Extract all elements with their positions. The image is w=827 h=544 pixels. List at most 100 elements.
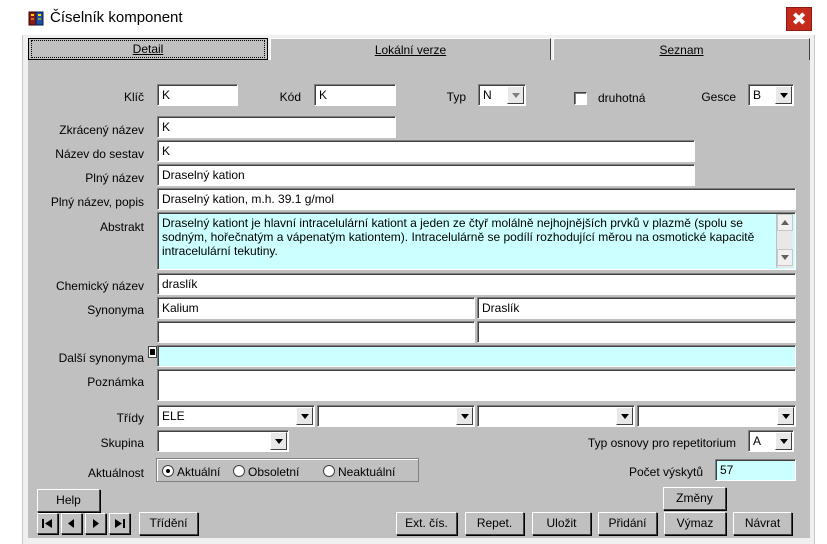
plny-nazev-popis-input[interactable]: Draselný kation, m.h. 39.1 g/mol: [157, 188, 796, 210]
plny-nazev-label: Plný název: [85, 171, 144, 185]
gesce-select[interactable]: B: [748, 84, 794, 106]
abstrakt-line-3: intracelulární tekutiny.: [162, 244, 278, 258]
scroll-up-icon[interactable]: [777, 214, 793, 231]
ulozit-button[interactable]: Uložit: [532, 512, 591, 535]
ulozit-button-label: Uložit: [546, 516, 577, 530]
kod-input[interactable]: K: [314, 84, 396, 106]
druhotna-label: druhotná: [598, 91, 646, 105]
poznamka-label: Poznámka: [87, 375, 144, 389]
radio-neaktualni-label[interactable]: Neaktuální: [338, 465, 395, 479]
dalsi-synonyma-label: Další synonyma: [58, 351, 144, 365]
vymaz-button-label: Výmaz: [676, 516, 714, 530]
close-icon: ✖: [791, 9, 807, 29]
tab-detail[interactable]: Detail: [28, 38, 268, 60]
dalsi-synonyma-input[interactable]: [157, 345, 796, 367]
gesce-label: Gesce: [701, 90, 736, 104]
abstrakt-textarea[interactable]: Draselný kationt je hlavní intracelulárn…: [157, 212, 796, 270]
synonymum-1-input[interactable]: Kalium: [157, 297, 475, 319]
trideni-button[interactable]: Třídění: [139, 512, 198, 535]
navrat-button[interactable]: Návrat: [733, 512, 792, 535]
klic-label: Klíč: [123, 90, 144, 104]
trida-1-select[interactable]: ELE: [157, 405, 315, 427]
app-book-icon: [28, 10, 45, 27]
abstrakt-line-1: Draselný kationt je hlavní intracelulárn…: [162, 216, 743, 230]
tab-detail-label: Detail: [132, 42, 164, 56]
typ-osnovy-select[interactable]: A: [748, 430, 794, 452]
typ-label: Typ: [446, 90, 466, 104]
kod-label: Kód: [279, 90, 301, 104]
nazev-do-sestav-input[interactable]: K: [157, 140, 695, 162]
gesce-value: B: [753, 88, 762, 102]
nazev-do-sestav-label: Název do sestav: [55, 147, 144, 161]
chevron-down-icon[interactable]: [777, 407, 794, 425]
help-button[interactable]: Help: [37, 489, 100, 512]
next-record-icon: [93, 519, 99, 528]
plny-nazev-input[interactable]: Draselný kation: [157, 164, 695, 186]
tab-lokalni-verze-label: Lokální verze: [374, 43, 447, 57]
chevron-down-icon[interactable]: [456, 407, 473, 425]
last-record-icon: [115, 519, 125, 528]
zmeny-button-label: Změny: [676, 491, 713, 505]
pridani-button[interactable]: Přidání: [598, 512, 657, 535]
radio-aktualni-label[interactable]: Aktuální: [177, 465, 220, 479]
chevron-down-icon[interactable]: [507, 86, 524, 104]
repet-button[interactable]: Repet.: [465, 512, 524, 535]
tridy-label: Třídy: [116, 411, 144, 425]
tab-lokalni-verze[interactable]: Lokální verze: [270, 38, 551, 62]
window-title: Číselník komponent: [50, 9, 183, 26]
poznamka-textarea[interactable]: [157, 369, 796, 401]
abstrakt-scrollbar[interactable]: [776, 214, 793, 268]
abstrakt-line-2: sodným, hořečnatým a vápenatým kationtem…: [162, 230, 755, 244]
skupina-label: Skupina: [100, 436, 144, 450]
previous-record-icon: [68, 519, 74, 528]
radio-obsoletni-label[interactable]: Obsoletní: [248, 465, 299, 479]
navrat-button-label: Návrat: [744, 516, 781, 530]
radio-aktualni[interactable]: [162, 465, 174, 477]
pocet-vyskytu-label: Počet výskytů: [628, 465, 703, 479]
typ-value: N: [483, 88, 492, 102]
trida-2-select[interactable]: [317, 405, 475, 427]
previous-record-button[interactable]: [61, 513, 82, 534]
chemicky-nazev-input[interactable]: draslík: [157, 273, 796, 295]
trida-4-select[interactable]: [637, 405, 796, 427]
chevron-down-icon[interactable]: [775, 86, 792, 104]
trida-1-value: ELE: [162, 409, 185, 423]
chevron-down-icon[interactable]: [270, 432, 287, 450]
aktualnost-label: Aktuálnost: [87, 466, 144, 480]
skupina-select[interactable]: [157, 430, 289, 452]
close-button[interactable]: ✖: [786, 7, 812, 31]
last-record-button[interactable]: [109, 513, 130, 534]
druhotna-checkbox[interactable]: [574, 92, 587, 105]
first-record-button[interactable]: [37, 513, 58, 534]
tab-seznam-label: Seznam: [659, 43, 704, 57]
pridani-button-label: Přidání: [608, 516, 647, 530]
zmeny-button[interactable]: Změny: [663, 487, 726, 510]
radio-obsoletni[interactable]: [233, 465, 245, 477]
zkraceny-nazev-input[interactable]: K: [157, 116, 396, 138]
scroll-down-icon[interactable]: [777, 249, 793, 266]
zkraceny-nazev-label: Zkrácený název: [59, 123, 144, 137]
ext-cis-button-label: Ext. čís.: [405, 516, 448, 530]
tab-seznam[interactable]: Seznam: [553, 38, 810, 62]
help-button-label: Help: [56, 493, 81, 507]
trida-3-select[interactable]: [477, 405, 635, 427]
abstrakt-label: Abstrakt: [99, 220, 144, 234]
chevron-down-icon[interactable]: [775, 432, 792, 450]
plny-nazev-popis-label: Plný název, popis: [50, 195, 144, 209]
pocet-vyskytu-value: 57: [715, 459, 796, 481]
chevron-down-icon[interactable]: [616, 407, 633, 425]
radio-neaktualni[interactable]: [323, 465, 335, 477]
expand-icon[interactable]: [148, 346, 157, 358]
typ-osnovy-value: A: [753, 434, 762, 448]
synonymum-3-input[interactable]: [157, 321, 475, 343]
typ-select[interactable]: N: [478, 84, 526, 106]
next-record-button[interactable]: [85, 513, 106, 534]
synonymum-4-input[interactable]: [477, 321, 796, 343]
klic-input[interactable]: K: [157, 84, 238, 106]
synonymum-2-input[interactable]: Draslík: [477, 297, 796, 319]
repet-button-label: Repet.: [476, 516, 513, 530]
chevron-down-icon[interactable]: [296, 407, 313, 425]
vymaz-button[interactable]: Výmaz: [664, 512, 726, 535]
chemicky-nazev-label: Chemický název: [55, 279, 144, 293]
ext-cis-button[interactable]: Ext. čís.: [396, 512, 457, 535]
